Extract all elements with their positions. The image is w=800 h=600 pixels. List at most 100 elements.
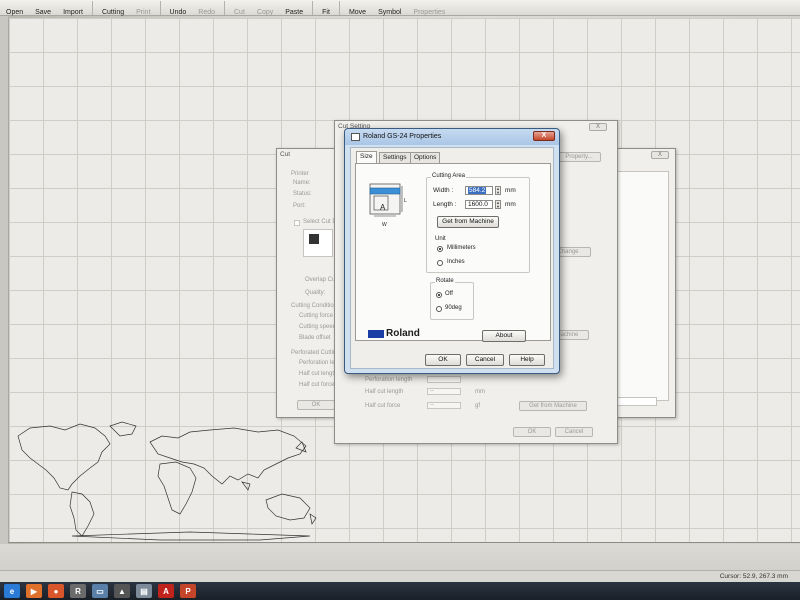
toolbar-open-button[interactable]: Open: [0, 0, 29, 16]
toolbar-button-label: Print: [136, 8, 151, 16]
color-preview-box: [303, 229, 333, 257]
toolbar-separator: [338, 0, 340, 15]
toolbar-button-label: Copy: [256, 8, 274, 16]
cutting-area-title: Cutting Area: [431, 173, 467, 179]
cutting-speed-label: Cutting speed: [299, 324, 337, 330]
printer-label: Printer: [291, 171, 309, 177]
toolbar-button-label: Symbol: [378, 8, 402, 16]
rotate-90deg-radio[interactable]: [436, 306, 442, 312]
toolbar-copy-button[interactable]: Copy: [251, 0, 279, 16]
toolbar-move-button[interactable]: Move: [343, 0, 372, 16]
toolbar-properties-button[interactable]: Properties: [407, 0, 451, 16]
powerpoint-icon[interactable]: P: [180, 584, 196, 598]
half-cut-force-field[interactable]: --: [427, 402, 461, 409]
document-icon[interactable]: ▤: [136, 584, 152, 598]
cut-dialog-close-button[interactable]: X: [651, 151, 669, 159]
properties-close-button[interactable]: X: [533, 131, 555, 141]
toolbar-button-label: Cut: [234, 8, 245, 16]
diagram-width-label: W: [382, 222, 387, 228]
perforation-length-field[interactable]: [427, 376, 461, 383]
world-map-shape[interactable]: [10, 418, 340, 543]
toolbar-button-label: Paste: [285, 8, 304, 16]
window-icon[interactable]: ▭: [92, 584, 108, 598]
get-from-machine-button[interactable]: Get from Machine: [437, 216, 499, 228]
toolbar-separator: [159, 0, 161, 15]
printer-port-label: Port:: [293, 203, 306, 209]
unit-inches-radio[interactable]: [437, 260, 443, 266]
properties-body: Size Settings Options W L A Cutting Area: [350, 147, 554, 369]
toolbar-button-label: Save: [35, 8, 52, 16]
half-cut-force-unit: gf: [475, 403, 481, 409]
toolbar-separator: [91, 0, 93, 15]
properties-ok-button[interactable]: OK: [425, 354, 461, 366]
cut-list-box[interactable]: [617, 171, 669, 401]
cut-setting-ok-button[interactable]: OK: [513, 427, 551, 437]
rotate-off-label: Off: [445, 291, 453, 297]
cut-dialog-ok-button[interactable]: OK: [297, 400, 335, 410]
media-player-icon[interactable]: ▶: [26, 584, 42, 598]
perforation-length-label: Perforation length: [365, 377, 413, 383]
unit-millimeters-label: Millimeters: [447, 245, 476, 251]
properties-cancel-button[interactable]: Cancel: [466, 354, 504, 366]
half-cut-length-field[interactable]: --: [427, 388, 461, 395]
toolbar-symbol-button[interactable]: Symbol: [372, 0, 407, 16]
half-cut-length-label: Half cut length: [365, 389, 404, 395]
toolbar-fit-button[interactable]: Fit: [316, 0, 336, 16]
rotate-90deg-label: 90deg: [445, 305, 462, 311]
toolbar-button-label: Properties: [413, 8, 446, 16]
cursor-position-readout: Cursor: 52.9, 267.3 mm: [719, 573, 788, 580]
screen: Open Save Import Cutting Print Undo Redo Cut Cop…: [0, 0, 800, 600]
windows-taskbar: e ▶ ● R ▭ ▲ ▤ A P: [0, 582, 800, 600]
get-from-machine-button-bottom[interactable]: Get from Machine: [519, 401, 587, 411]
tab-size[interactable]: Size: [356, 151, 377, 163]
internet-explorer-icon[interactable]: e: [4, 584, 20, 598]
half-cut-length-unit: mm: [475, 389, 485, 395]
about-button[interactable]: About: [482, 330, 526, 342]
length-spinner[interactable]: ▲ ▼: [495, 200, 501, 209]
length-input[interactable]: 1600.0: [465, 200, 493, 209]
tab-settings[interactable]: Settings: [379, 152, 411, 163]
roland-logo-mark: [368, 329, 384, 338]
width-input[interactable]: 584.2: [465, 186, 493, 195]
properties-help-button[interactable]: Help: [509, 354, 545, 366]
width-value: 584.2: [468, 187, 487, 194]
tab-options[interactable]: Options: [410, 152, 441, 163]
color-swatch: [309, 234, 319, 244]
roland-app-icon[interactable]: R: [70, 584, 86, 598]
quality-label: Quality:: [305, 290, 326, 296]
toolbar-cut-button[interactable]: Cut: [228, 0, 251, 16]
cut-setting-close-button[interactable]: X: [589, 123, 607, 131]
toolbar-button-label: Move: [348, 8, 367, 16]
toolbar-button-label: Fit: [322, 8, 330, 16]
cut-dropdown[interactable]: [615, 397, 657, 406]
length-label: Length :: [433, 201, 457, 208]
properties-titlebar[interactable]: Roland GS-24 Properties X: [345, 129, 559, 145]
status-bar: Cursor: 52.9, 267.3 mm: [0, 570, 800, 582]
toolbar-undo-button[interactable]: Undo: [164, 0, 193, 16]
cut-setting-cancel-button[interactable]: Cancel: [555, 427, 593, 437]
property-button[interactable]: Property...: [557, 152, 601, 162]
rotate-off-radio[interactable]: [436, 292, 442, 298]
canvas-ruler-strip: [0, 16, 8, 546]
cutting-force-label: Cutting force: [299, 313, 334, 319]
width-unit: mm: [505, 187, 516, 194]
roland-properties-dialog: Roland GS-24 Properties X Size Settings …: [344, 128, 560, 374]
width-spinner[interactable]: ▲ ▼: [495, 186, 501, 195]
toolbar-button-label: Cutting: [101, 8, 125, 16]
printer-name-label: Name:: [293, 180, 311, 186]
unit-inches-label: Inches: [447, 259, 465, 265]
toolbar-print-button[interactable]: Print: [130, 0, 156, 16]
select-cut-checkbox[interactable]: [294, 220, 300, 226]
cutting-conditions-label: Cutting Conditions: [291, 303, 341, 309]
acrobat-icon[interactable]: A: [158, 584, 174, 598]
firefox-icon[interactable]: ●: [48, 584, 64, 598]
length-unit: mm: [505, 201, 516, 208]
toolbar-cutting-button[interactable]: Cutting: [96, 0, 130, 16]
toolbar-redo-button[interactable]: Redo: [192, 0, 221, 16]
toolbar-import-button[interactable]: Import: [57, 0, 89, 16]
toolbar-save-button[interactable]: Save: [29, 0, 57, 16]
toolbar-paste-button[interactable]: Paste: [279, 0, 309, 16]
eject-icon[interactable]: ▲: [114, 584, 130, 598]
unit-millimeters-radio[interactable]: [437, 246, 443, 252]
properties-title: Roland GS-24 Properties: [363, 133, 442, 140]
